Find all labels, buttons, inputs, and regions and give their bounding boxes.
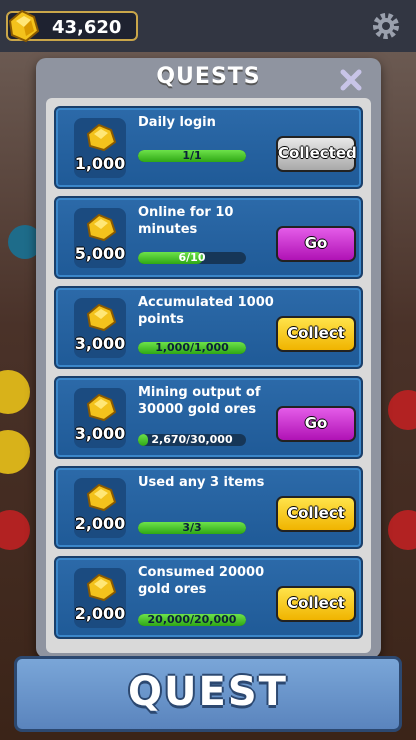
gold-ore-icon: [86, 303, 117, 332]
gold-ore-icon: [86, 213, 117, 242]
quest-card: 2,000 Consumed 20000 gold ores 20,000/20…: [54, 556, 363, 639]
quest-card: 5,000 Online for 10 minutes 6/10 Go: [54, 196, 363, 279]
reward-amount: 2,000: [74, 514, 126, 533]
collect-button[interactable]: Collect: [276, 316, 356, 352]
quest-card: 3,000 Mining output of 30000 gold ores 2…: [54, 376, 363, 459]
quest-title: Mining output of 30000 gold ores: [138, 385, 261, 417]
currency-display: 43,620: [6, 9, 138, 43]
modal-title: QUESTS: [156, 64, 261, 89]
reward-amount: 1,000: [74, 154, 126, 173]
currency-amount: 43,620: [52, 17, 122, 38]
progress-text: 3/3: [182, 522, 202, 534]
top-bar: 43,620: [0, 0, 416, 52]
reward-box: 2,000: [74, 568, 126, 628]
quest-list: 1,000 Daily login 1/1 Collected 5,000 On…: [46, 98, 371, 653]
reward-box: 5,000: [74, 208, 126, 268]
progress-text: 20,000/20,000: [147, 614, 237, 626]
progress-text: 6/10: [178, 252, 206, 264]
reward-amount: 5,000: [74, 244, 126, 263]
quest-title: Online for 10 minutes: [138, 205, 234, 237]
gold-ore-icon: [86, 123, 117, 152]
progress-bar: 3/3: [138, 522, 246, 534]
banner-label: QUEST: [128, 669, 288, 715]
close-icon[interactable]: [337, 66, 365, 94]
quest-title: Accumulated 1000 points: [138, 295, 274, 327]
quest-card: 3,000 Accumulated 1000 points 1,000/1,00…: [54, 286, 363, 369]
progress-bar: 20,000/20,000: [138, 614, 246, 626]
progress-bar: 2,670/30,000: [138, 434, 246, 446]
collected-button[interactable]: Collected: [276, 136, 357, 172]
collect-button[interactable]: Collect: [276, 496, 356, 532]
reward-box: 3,000: [74, 388, 126, 448]
quest-title: Used any 3 items: [138, 475, 265, 490]
quest-title: Daily login: [138, 115, 216, 130]
quests-modal: QUESTS 1,000 Daily login 1/1 Collected 5…: [36, 58, 381, 658]
progress-bar: 1,000/1,000: [138, 342, 246, 354]
go-button[interactable]: Go: [276, 226, 356, 262]
reward-amount: 2,000: [74, 604, 126, 623]
gold-ore-icon: [86, 393, 117, 422]
collect-button[interactable]: Collect: [276, 586, 356, 622]
reward-box: 2,000: [74, 478, 126, 538]
progress-text: 1,000/1,000: [155, 342, 229, 354]
progress-text: 2,670/30,000: [151, 434, 233, 446]
gold-ore-icon: [86, 573, 117, 602]
quest-banner[interactable]: QUEST: [14, 656, 402, 732]
progress-text: 1/1: [182, 150, 202, 162]
gold-ore-icon: [86, 483, 117, 512]
reward-box: 1,000: [74, 118, 126, 178]
reward-box: 3,000: [74, 298, 126, 358]
progress-bar: 6/10: [138, 252, 246, 264]
reward-amount: 3,000: [74, 424, 126, 443]
quest-title: Consumed 20000 gold ores: [138, 565, 265, 597]
reward-amount: 3,000: [74, 334, 126, 353]
quest-card: 1,000 Daily login 1/1 Collected: [54, 106, 363, 189]
quest-card: 2,000 Used any 3 items 3/3 Collect: [54, 466, 363, 549]
gear-icon[interactable]: [370, 10, 402, 42]
gold-ore-icon: [8, 9, 40, 43]
progress-bar: 1/1: [138, 150, 246, 162]
go-button[interactable]: Go: [276, 406, 356, 442]
